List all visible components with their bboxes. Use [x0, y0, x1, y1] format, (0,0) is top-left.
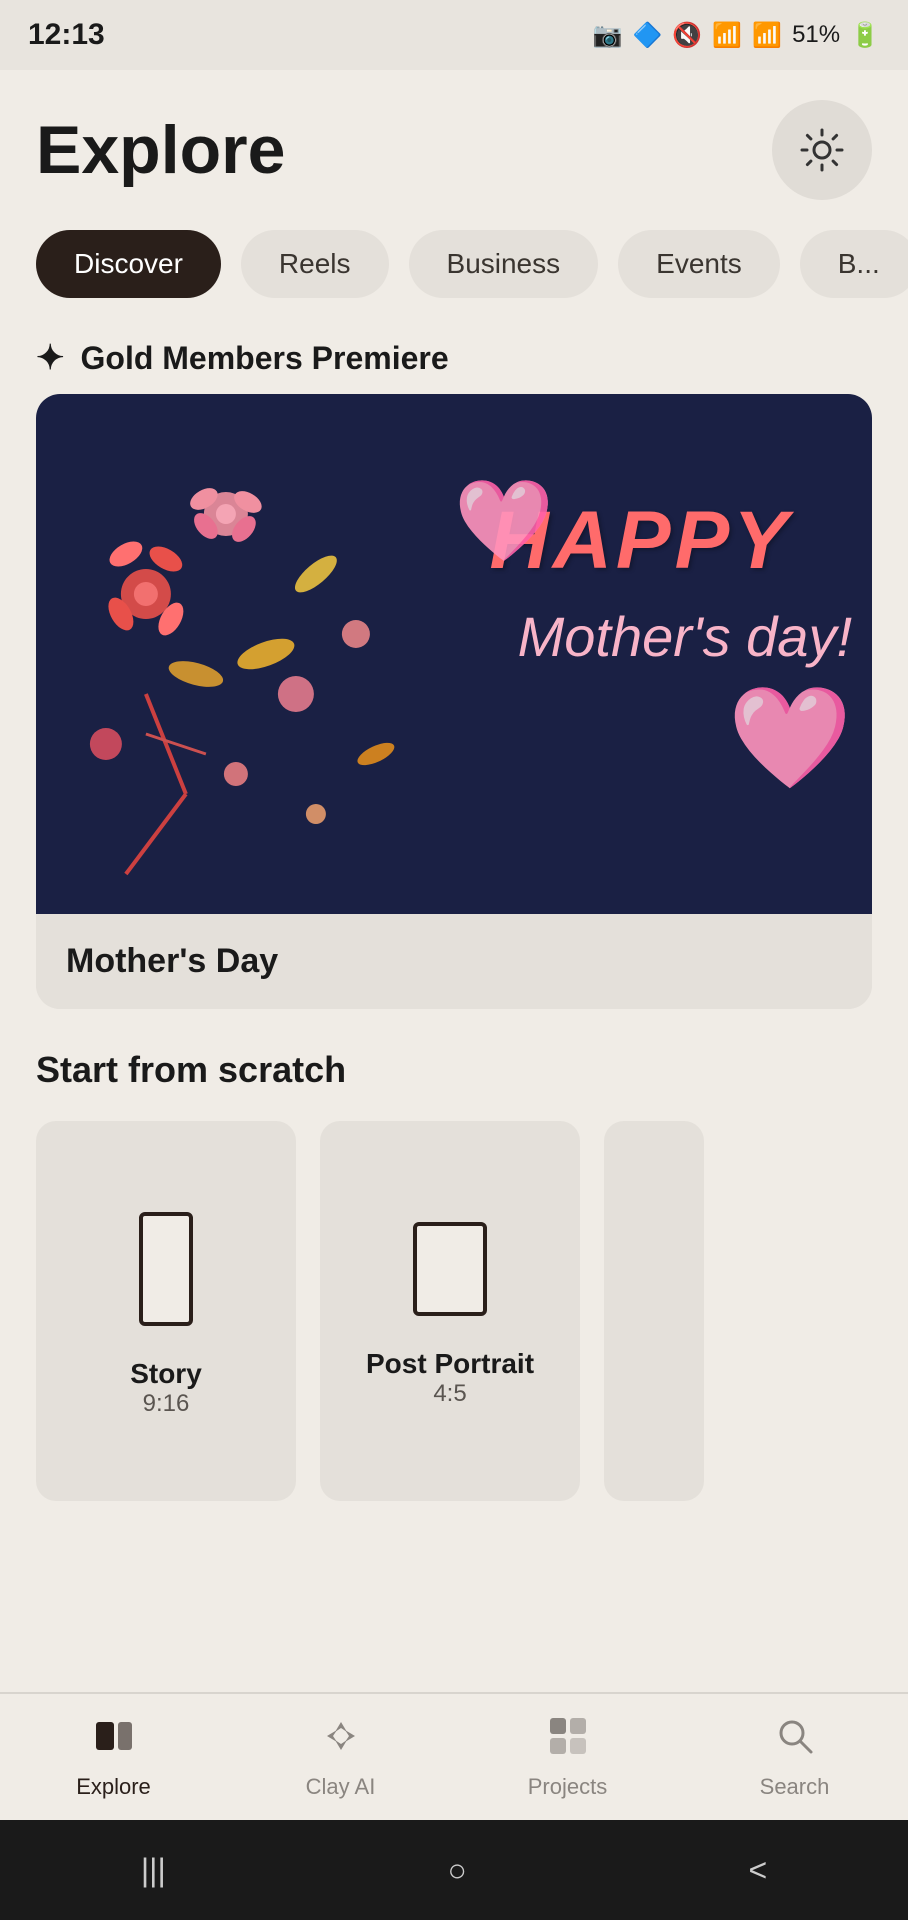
story-icon [126, 1204, 206, 1334]
signal-icon: 📶 [752, 21, 782, 50]
story-label: Story 9:16 [130, 1358, 202, 1418]
featured-image: HAPPY Mother's day! 🩷 🩷 [36, 394, 872, 914]
page-title: Explore [36, 111, 285, 189]
post-portrait-label: Post Portrait 4:5 [366, 1348, 534, 1408]
featured-card-label: Mother's Day [36, 914, 872, 1009]
android-menu-button[interactable]: ||| [141, 1852, 166, 1889]
battery-icon: 🔋 [850, 21, 880, 50]
scratch-cards: Story 9:16 Post Portrait 4:5 [36, 1121, 872, 1501]
tabs-container: Discover Reels Business Events B... [0, 220, 908, 318]
clay-ai-label: Clay AI [306, 1774, 376, 1800]
nav-clay-ai[interactable]: Clay AI [227, 1714, 454, 1804]
settings-button[interactable] [772, 100, 872, 200]
header: Explore [0, 70, 908, 220]
tab-discover[interactable]: Discover [36, 230, 221, 298]
nav-projects[interactable]: Projects [454, 1714, 681, 1804]
status-icons: 📷 🔷 🔇 📶 📶 51% 🔋 [593, 21, 880, 50]
scratch-card-post-portrait[interactable]: Post Portrait 4:5 [320, 1121, 580, 1501]
search-icon [773, 1714, 817, 1768]
scratch-section: Start from scratch Story 9:16 Post Port [0, 1009, 908, 1521]
gold-members-section: ✦ Gold Members Premiere [0, 318, 908, 394]
camera-icon: 📷 [593, 21, 623, 50]
heart-top-decoration: 🩷 [454, 474, 554, 568]
explore-label: Explore [76, 1774, 151, 1800]
wifi-icon: 📶 [712, 21, 742, 50]
tab-reels[interactable]: Reels [241, 230, 389, 298]
bluetooth-icon: 🔷 [633, 21, 663, 50]
android-navigation-bar: ||| ○ < [0, 1820, 908, 1920]
scratch-title: Start from scratch [36, 1049, 872, 1091]
heart-right-decoration: 🩷 [727, 680, 852, 797]
nav-search[interactable]: Search [681, 1714, 908, 1804]
bottom-navigation: Explore Clay AI Projects [0, 1692, 908, 1820]
android-back-button[interactable]: < [748, 1852, 767, 1889]
status-bar: 12:13 📷 🔷 🔇 📶 📶 51% 🔋 [0, 0, 908, 70]
android-home-button[interactable]: ○ [447, 1852, 466, 1889]
mute-icon: 🔇 [672, 21, 702, 50]
search-label: Search [760, 1774, 830, 1800]
explore-icon [92, 1714, 136, 1768]
projects-icon [546, 1714, 590, 1768]
flowers-decoration [36, 394, 496, 914]
scratch-card-partial[interactable] [604, 1121, 704, 1501]
projects-label: Projects [528, 1774, 607, 1800]
scratch-card-story[interactable]: Story 9:16 [36, 1121, 296, 1501]
featured-card[interactable]: HAPPY Mother's day! 🩷 🩷 Mother's Day [36, 394, 872, 1009]
tab-events[interactable]: Events [618, 230, 780, 298]
status-time: 12:13 [28, 18, 105, 52]
gold-star-icon: ✦ [36, 338, 65, 378]
gear-icon [797, 125, 847, 175]
clay-ai-icon [319, 1714, 363, 1768]
nav-explore[interactable]: Explore [0, 1714, 227, 1804]
mothers-day-text: Mother's day! [518, 604, 852, 669]
tab-more[interactable]: B... [800, 230, 908, 298]
tab-business[interactable]: Business [409, 230, 599, 298]
post-portrait-icon [405, 1214, 495, 1324]
gold-members-label: Gold Members Premiere [81, 340, 449, 377]
battery-text: 51% [792, 21, 840, 49]
featured-image-content: HAPPY Mother's day! 🩷 🩷 [36, 394, 872, 914]
